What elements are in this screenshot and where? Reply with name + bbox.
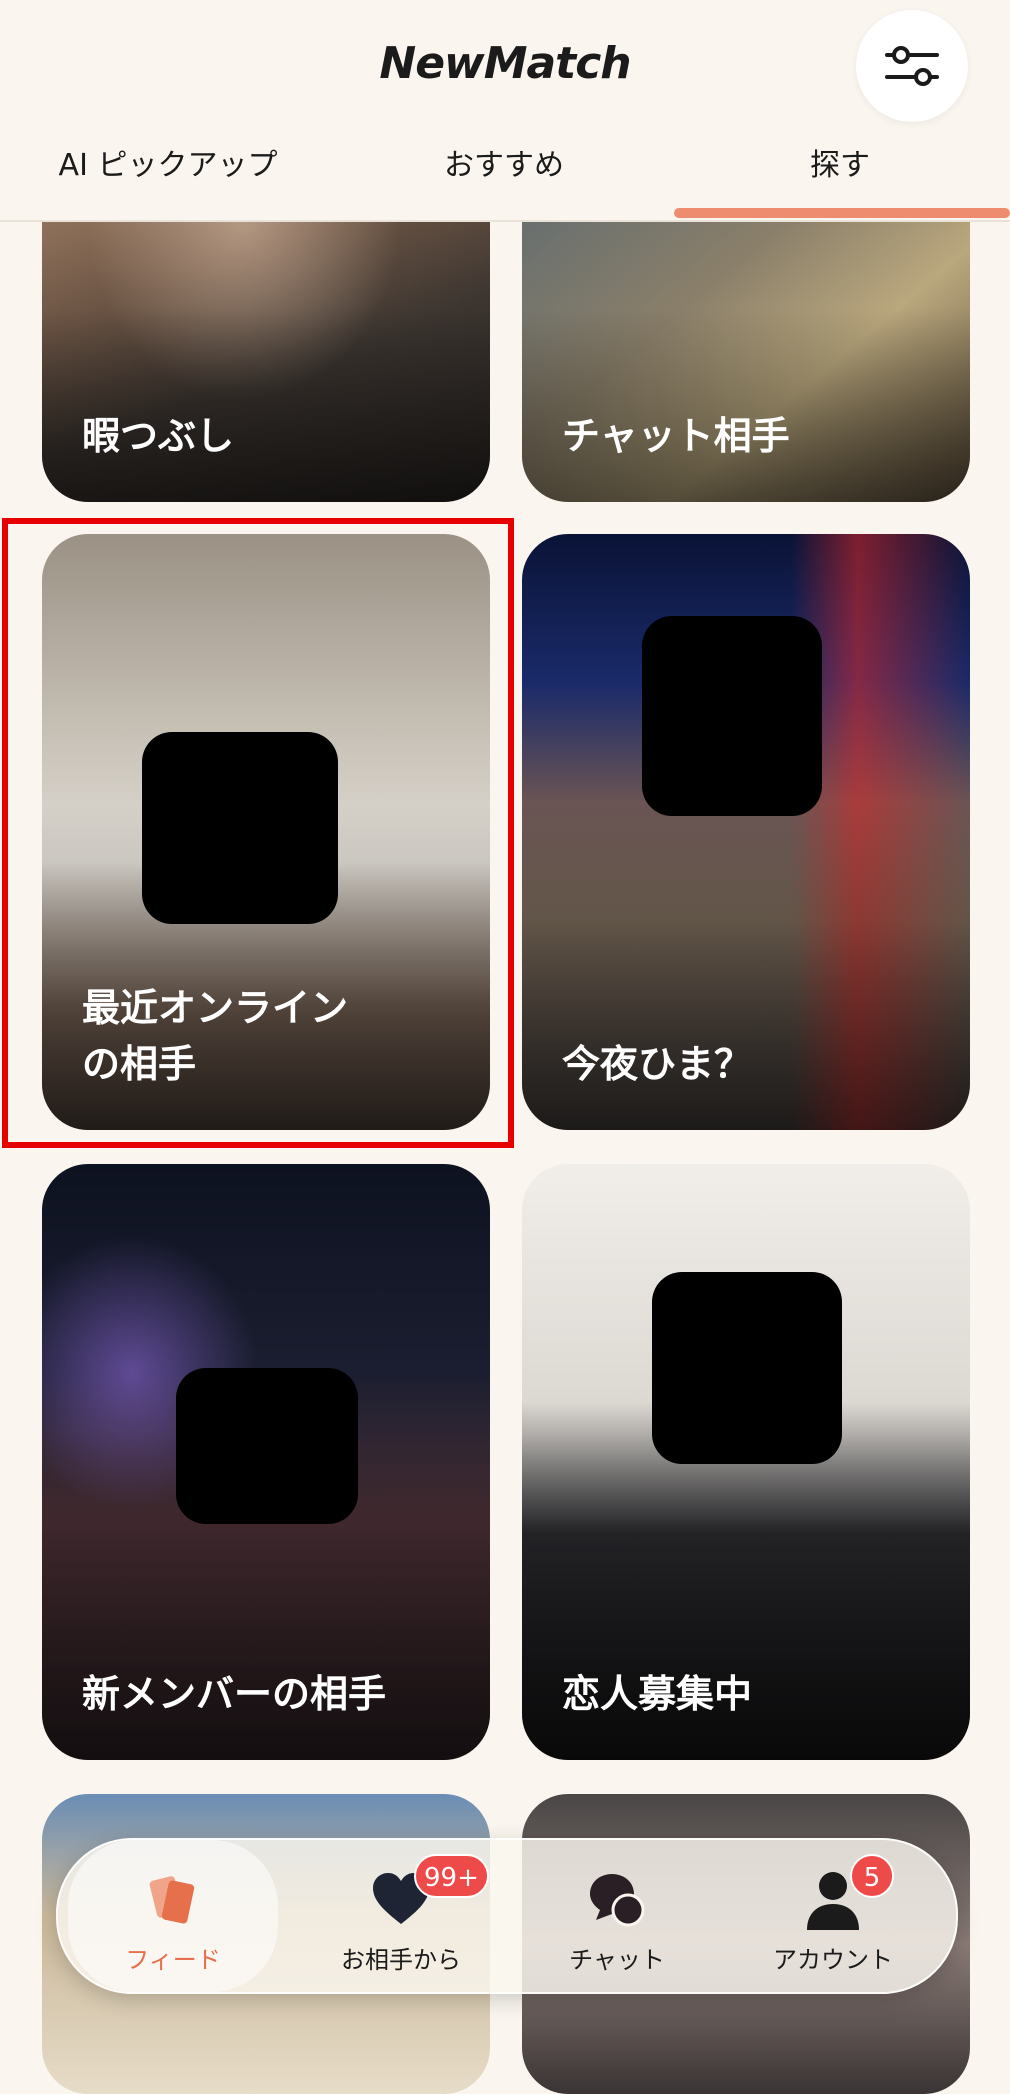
tab-search[interactable]: 探す — [672, 140, 1008, 184]
card-label: 今夜ひま？ — [562, 1042, 753, 1086]
nav-chat[interactable]: チャット — [512, 1840, 722, 1992]
likes-count-badge: 99+ — [414, 1854, 489, 1898]
tab-ai-pickup[interactable]: AI ピックアップ — [0, 140, 336, 184]
category-card-free-tonight[interactable]: 今夜ひま？ — [522, 534, 970, 1130]
nav-label: チャット — [569, 1946, 665, 1974]
nav-likes[interactable]: 99+ お相手から — [296, 1840, 506, 1992]
card-label: チャット相手 — [562, 414, 790, 458]
bottom-navigation: フィード 99+ お相手から チャット 5 アカウント — [56, 1838, 958, 1994]
cards-icon — [149, 1876, 195, 1924]
card-label: 暇つぶし — [82, 414, 235, 458]
account-badge: 5 — [850, 1854, 894, 1898]
active-tab-indicator — [674, 208, 1010, 218]
sliders-icon — [885, 46, 939, 86]
filter-button[interactable] — [856, 10, 968, 122]
nav-label: フィード — [125, 1946, 221, 1974]
selection-highlight — [2, 518, 514, 1148]
category-card-seeking-partner[interactable]: 恋人募集中 — [522, 1164, 970, 1760]
nav-account[interactable]: 5 アカウント — [728, 1840, 938, 1992]
card-label: 恋人募集中 — [562, 1672, 753, 1716]
card-grid: 暇つぶし チャット相手 最近オンライン の相手 今夜ひま？ 新メンバーの相手 恋… — [0, 0, 1010, 2094]
nav-label: アカウント — [773, 1946, 893, 1974]
category-card-new-members[interactable]: 新メンバーの相手 — [42, 1164, 490, 1760]
nav-label: お相手から — [341, 1946, 461, 1974]
redaction-box — [642, 616, 822, 816]
category-tabs: AI ピックアップ おすすめ 探す — [0, 140, 1010, 194]
nav-feed[interactable]: フィード — [68, 1840, 278, 1992]
chat-bubbles-icon — [590, 1874, 645, 1927]
top-header: NewMatch AI ピックアップ おすすめ 探す — [0, 0, 1010, 222]
card-label: 新メンバーの相手 — [82, 1672, 387, 1716]
tab-recommended[interactable]: おすすめ — [336, 140, 672, 184]
